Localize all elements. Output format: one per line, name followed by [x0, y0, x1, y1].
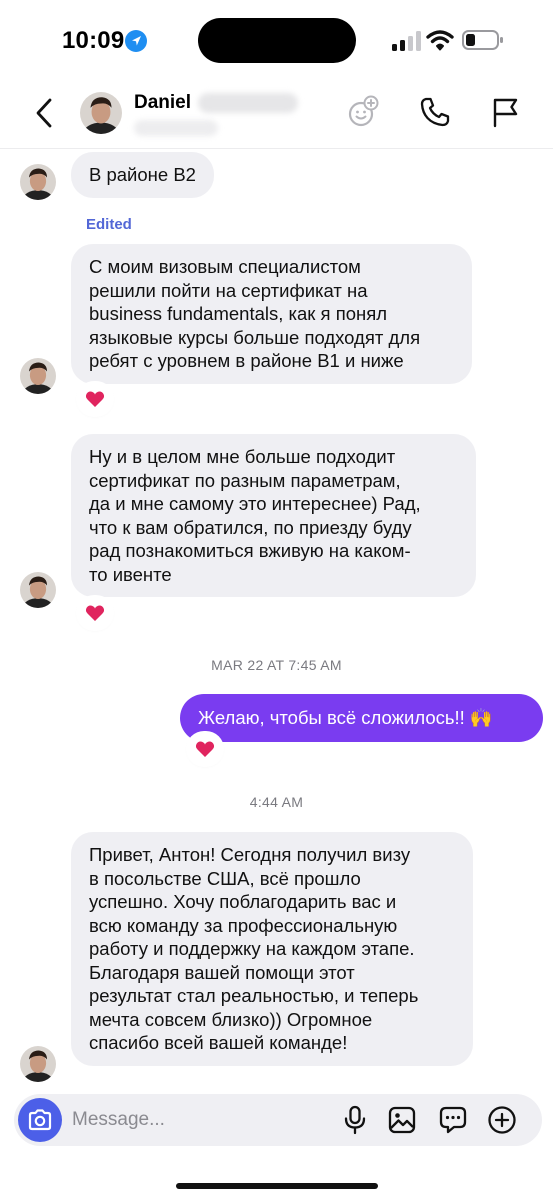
camera-icon	[28, 1109, 52, 1131]
timestamp: MAR 22 AT 7:45 AM	[211, 657, 342, 673]
timestamp: 4:44 AM	[249, 794, 304, 810]
heart-icon	[195, 741, 215, 757]
heart-reaction[interactable]	[78, 597, 112, 629]
status-bar: 10:09	[0, 0, 553, 80]
flag-icon[interactable]	[488, 95, 522, 129]
incoming-message[interactable]: С моим визовым специалистом решили пойти…	[71, 244, 472, 384]
battery-icon	[462, 30, 503, 50]
chevron-left-icon[interactable]	[32, 96, 58, 130]
location-arrow-icon	[125, 30, 147, 52]
heart-icon	[85, 391, 105, 407]
contact-name[interactable]: Daniel	[134, 92, 191, 114]
contact-avatar[interactable]	[20, 164, 56, 200]
header-divider	[0, 148, 553, 149]
incoming-message[interactable]: Ну и в целом мне больше подходит сертифи…	[71, 434, 476, 597]
chat-header: Daniel	[0, 80, 553, 148]
incoming-message[interactable]: В районе В2	[71, 152, 214, 198]
incoming-message[interactable]: Привет, Антон! Сегодня получил визу в по…	[71, 832, 473, 1066]
wifi-icon	[426, 30, 454, 51]
dynamic-island	[198, 18, 356, 63]
plus-icon[interactable]	[487, 1105, 517, 1135]
contact-avatar[interactable]	[20, 1046, 56, 1082]
home-indicator[interactable]	[176, 1183, 378, 1189]
heart-reaction[interactable]	[78, 383, 112, 415]
camera-button[interactable]	[18, 1098, 62, 1142]
emoji-add-icon[interactable]	[346, 95, 380, 129]
gallery-icon[interactable]	[387, 1105, 417, 1135]
cellular-signal-icon	[392, 31, 421, 51]
edited-label: Edited	[86, 216, 132, 233]
heart-reaction[interactable]	[188, 733, 222, 765]
redacted-username	[134, 120, 218, 136]
status-time: 10:09	[62, 27, 125, 54]
contact-avatar[interactable]	[20, 572, 56, 608]
phone-icon[interactable]	[418, 95, 452, 129]
contact-avatar[interactable]	[20, 358, 56, 394]
message-input[interactable]: Message...	[72, 1109, 165, 1131]
heart-icon	[85, 605, 105, 621]
outgoing-message[interactable]: Желаю, чтобы всё сложилось!! 🙌	[180, 694, 543, 742]
redacted-surname	[198, 93, 298, 113]
contact-avatar[interactable]	[80, 92, 122, 134]
mic-icon[interactable]	[340, 1105, 370, 1135]
sticker-icon[interactable]	[438, 1105, 468, 1135]
message-composer: Message...	[14, 1094, 542, 1146]
